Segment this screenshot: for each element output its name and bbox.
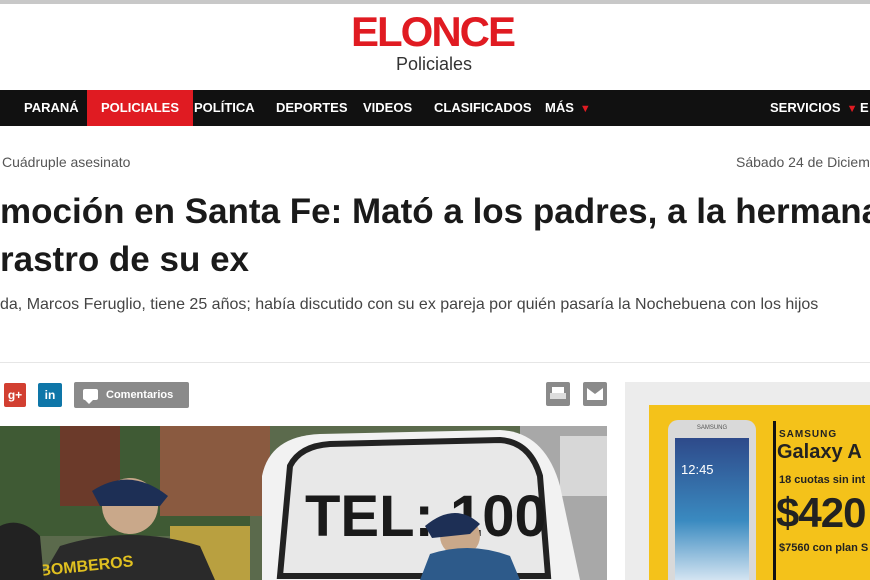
- main-nav: PARANÁ POLICIALES POLÍTICA DEPORTES VIDE…: [0, 90, 870, 126]
- article-photo-scene: TEL: 100 BOMBEROS: [0, 426, 607, 580]
- envelope-icon: [587, 388, 603, 400]
- comment-bubble-icon: [83, 389, 98, 404]
- section-title: Policiales: [396, 54, 473, 74]
- ad-plan: $7560 con plan S: [779, 542, 869, 554]
- nav-item-mas[interactable]: MÁS ▼: [545, 90, 591, 126]
- advertisement-banner[interactable]: SAMSUNG 12:45 SAMSUNG Galaxy A 18 cuotas…: [649, 405, 870, 580]
- nav-item-mas-label: MÁS: [545, 100, 574, 115]
- chevron-down-icon: ▼: [846, 103, 858, 115]
- phone-image: SAMSUNG 12:45: [668, 420, 756, 580]
- breadcrumb[interactable]: Cuádruple asesinato: [2, 154, 130, 170]
- divider: [0, 362, 870, 363]
- ad-brand: SAMSUNG: [779, 429, 838, 440]
- nav-item-servicios-label: SERVICIOS: [770, 100, 841, 115]
- site-logo[interactable]: ELONCE: [351, 10, 516, 54]
- site-header: ELONCE Policiales: [0, 4, 870, 90]
- article-headline: moción en Santa Fe: Mató a los padres, a…: [0, 188, 870, 284]
- ad-cuotas: 18 cuotas sin int: [779, 474, 866, 486]
- print-button[interactable]: [546, 382, 570, 406]
- ad-model: Galaxy A: [777, 441, 862, 463]
- nav-item-videos[interactable]: VIDEOS: [363, 90, 412, 126]
- comments-button[interactable]: Comentarios: [74, 382, 189, 408]
- googleplus-icon: g+: [7, 388, 23, 402]
- email-button[interactable]: [583, 382, 607, 406]
- article-photo: TEL: 100 BOMBEROS: [0, 426, 607, 580]
- nav-item-deportes[interactable]: DEPORTES: [276, 90, 348, 126]
- nav-item-servicios[interactable]: SERVICIOS ▼: [770, 90, 857, 126]
- article-summary: da, Marcos Feruglio, tiene 25 años; habí…: [0, 296, 819, 313]
- ad-price: $420: [776, 489, 866, 536]
- phone-brand: SAMSUNG: [696, 425, 728, 431]
- nav-item-parana[interactable]: PARANÁ: [24, 90, 79, 126]
- linkedin-share-button[interactable]: in: [38, 383, 62, 407]
- article-date: Sábado 24 de Diciem: [736, 154, 870, 170]
- nav-item-clasificados[interactable]: CLASIFICADOS: [434, 90, 532, 126]
- printer-icon-base: [550, 393, 566, 399]
- phone-screen: 12:45: [675, 438, 749, 580]
- comments-label: Comentarios: [106, 389, 174, 401]
- headline-line-2: rastro de su ex: [0, 240, 249, 279]
- nav-item-politica[interactable]: POLÍTICA: [194, 90, 255, 126]
- googleplus-share-button[interactable]: g+: [4, 383, 26, 407]
- nav-item-extra[interactable]: E: [860, 90, 869, 126]
- phone-clock: 12:45: [681, 462, 714, 477]
- truck-phone-text: TEL: 100: [305, 484, 547, 549]
- chevron-down-icon: ▼: [579, 103, 591, 115]
- linkedin-icon: in: [44, 388, 56, 402]
- headline-line-1: moción en Santa Fe: Mató a los padres, a…: [0, 192, 870, 231]
- nav-item-policiales[interactable]: POLICIALES: [87, 90, 194, 126]
- breadcrumb-label: Cuádruple asesinato: [2, 154, 131, 170]
